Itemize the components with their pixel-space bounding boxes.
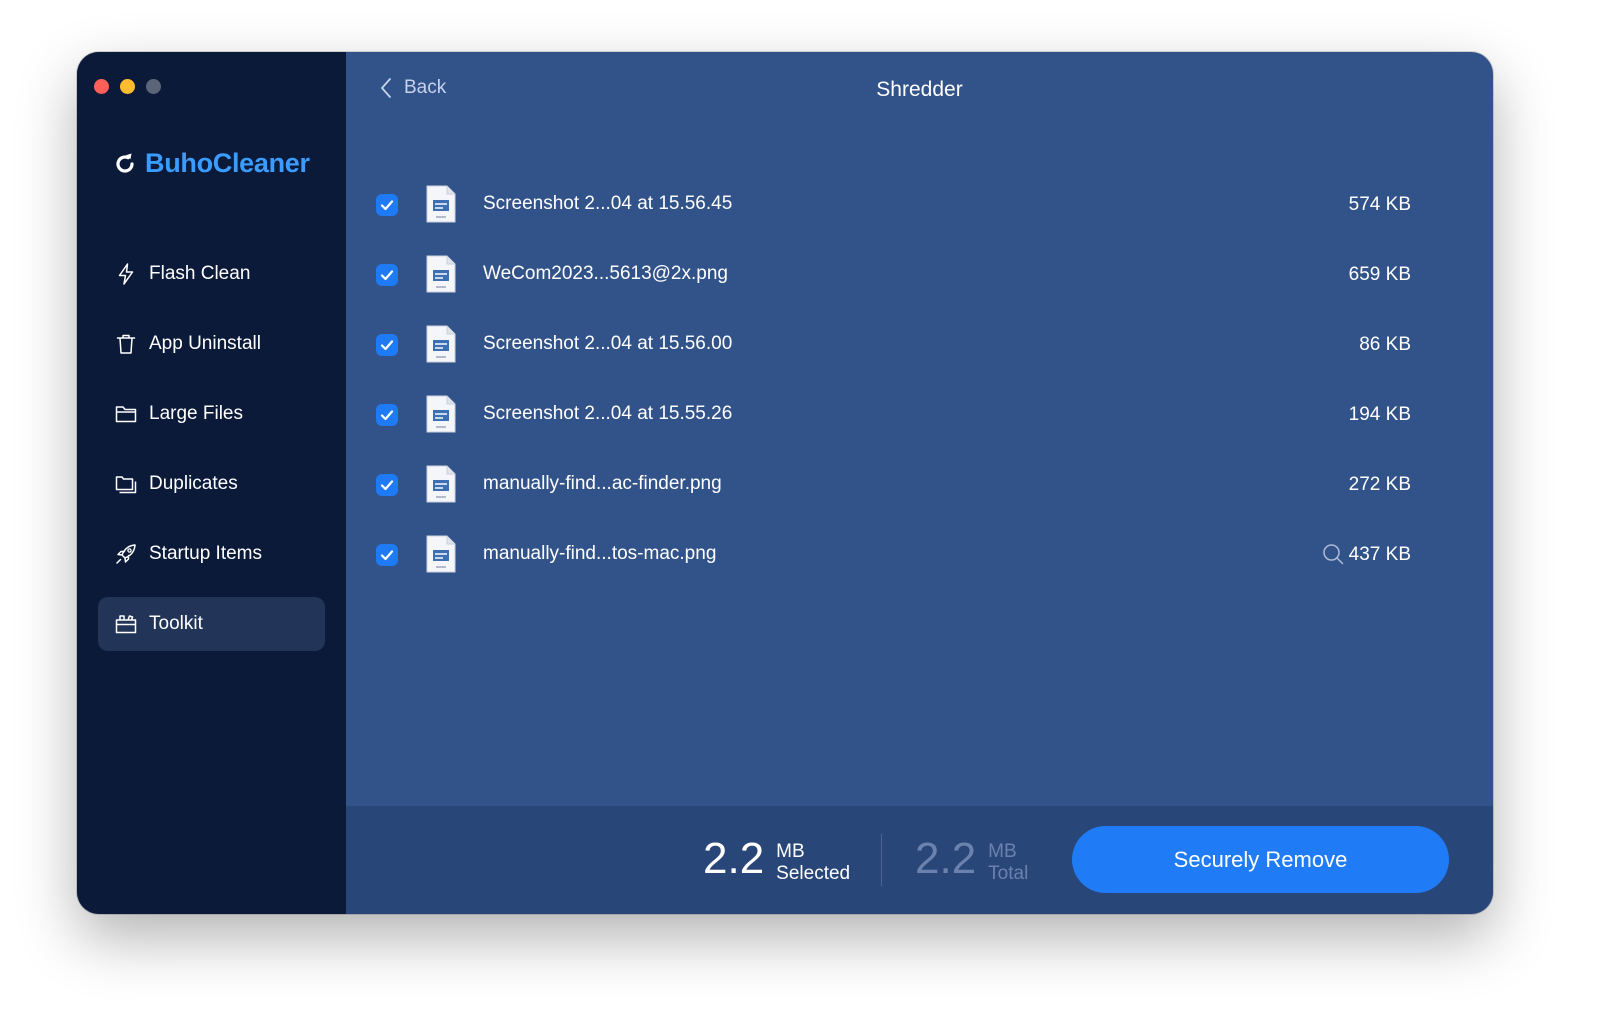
checkmark-icon (380, 200, 394, 211)
file-checkbox[interactable] (376, 194, 398, 216)
png-file-icon (426, 395, 456, 433)
sidebar-item-large-files[interactable]: Large Files (98, 387, 325, 441)
buho-logo-icon (116, 153, 134, 173)
page-title: Shredder (876, 78, 963, 101)
minimize-window-button[interactable] (120, 79, 135, 94)
securely-remove-button[interactable]: Securely Remove (1072, 826, 1449, 893)
sidebar-item-label: Startup Items (149, 543, 262, 564)
file-size: 437 KB (1348, 544, 1411, 565)
file-list: Screenshot 2...04 at 15.56.45 574 KB WeC… (346, 170, 1493, 590)
stat-divider (881, 834, 882, 886)
rocket-icon (116, 544, 136, 564)
selected-size-units: MB Selected (776, 841, 850, 885)
file-checkbox[interactable] (376, 334, 398, 356)
folder-icon (115, 406, 137, 423)
selected-size-unit: MB (776, 841, 805, 862)
duplicate-folder-icon (115, 476, 137, 494)
sidebar-item-label: Large Files (149, 403, 243, 424)
close-window-button[interactable] (94, 79, 109, 94)
file-row[interactable]: manually-find...ac-finder.png 272 KB (346, 450, 1493, 520)
lightning-icon (118, 263, 134, 285)
file-size: 272 KB (1348, 474, 1411, 495)
sidebar-nav: Flash Clean App Uninstall Large Files Du… (98, 247, 325, 667)
file-row[interactable]: Screenshot 2...04 at 15.56.00 86 KB (346, 310, 1493, 380)
checkmark-icon (380, 410, 394, 421)
bottom-bar: 2.2 MB Selected 2.2 MB Total Securely Re… (346, 806, 1493, 914)
file-size: 574 KB (1348, 194, 1411, 215)
png-file-icon (426, 465, 456, 503)
checkmark-icon (380, 340, 394, 351)
top-bar: Back Shredder (346, 74, 1493, 110)
sidebar-item-label: App Uninstall (149, 333, 261, 354)
file-row[interactable]: Screenshot 2...04 at 15.56.45 574 KB (346, 170, 1493, 240)
file-row[interactable]: WeCom2023...5613@2x.png 659 KB (346, 240, 1493, 310)
checkmark-icon (380, 270, 394, 281)
zoom-window-button[interactable] (146, 79, 161, 94)
file-row[interactable]: Screenshot 2...04 at 15.55.26 194 KB (346, 380, 1493, 450)
app-name: BuhoCleaner (145, 148, 310, 178)
total-size-value: 2.2 (915, 834, 977, 883)
file-name: Screenshot 2...04 at 15.56.45 (483, 193, 733, 214)
selected-size-stat: 2.2 MB Selected (703, 834, 850, 885)
file-size: 86 KB (1359, 334, 1411, 355)
file-name: manually-find...ac-finder.png (483, 473, 722, 494)
total-size-stat: 2.2 MB Total (915, 834, 1028, 885)
file-size: 659 KB (1348, 264, 1411, 285)
sidebar: BuhoCleaner Flash Clean App Uninstall La… (77, 52, 346, 914)
file-checkbox[interactable] (376, 404, 398, 426)
app-brand: BuhoCleaner (113, 148, 310, 179)
magnifier-icon[interactable] (1321, 542, 1345, 566)
png-file-icon (426, 325, 456, 363)
sidebar-item-label: Flash Clean (149, 263, 251, 284)
sidebar-item-label: Toolkit (149, 613, 203, 634)
total-size-label: Total (988, 863, 1029, 884)
file-checkbox[interactable] (376, 544, 398, 566)
sidebar-item-duplicates[interactable]: Duplicates (98, 457, 325, 511)
toolbox-icon (115, 615, 137, 634)
file-name: WeCom2023...5613@2x.png (483, 263, 728, 284)
file-name: manually-find...tos-mac.png (483, 543, 717, 564)
file-checkbox[interactable] (376, 264, 398, 286)
file-name: Screenshot 2...04 at 15.55.26 (483, 403, 733, 424)
total-size-unit: MB (988, 841, 1017, 862)
sidebar-item-toolkit[interactable]: Toolkit (98, 597, 325, 651)
png-file-icon (426, 535, 456, 573)
total-size-units: MB Total (988, 841, 1028, 885)
checkmark-icon (380, 550, 394, 561)
sidebar-item-app-uninstall[interactable]: App Uninstall (98, 317, 325, 371)
window-controls (94, 79, 161, 94)
file-row[interactable]: manually-find...tos-mac.png 437 KB (346, 520, 1493, 590)
file-checkbox[interactable] (376, 474, 398, 496)
file-size: 194 KB (1348, 404, 1411, 425)
sidebar-item-startup-items[interactable]: Startup Items (98, 527, 325, 581)
checkmark-icon (380, 480, 394, 491)
sidebar-item-label: Duplicates (149, 473, 238, 494)
app-window: BuhoCleaner Flash Clean App Uninstall La… (77, 52, 1493, 914)
png-file-icon (426, 185, 456, 223)
trash-icon (116, 334, 136, 354)
file-name: Screenshot 2...04 at 15.56.00 (483, 333, 733, 354)
sidebar-item-flash-clean[interactable]: Flash Clean (98, 247, 325, 301)
selected-size-label: Selected (776, 863, 851, 884)
selected-size-value: 2.2 (703, 834, 765, 883)
main-panel: Back Shredder Screenshot 2...04 at 15.56… (346, 52, 1493, 914)
png-file-icon (426, 255, 456, 293)
